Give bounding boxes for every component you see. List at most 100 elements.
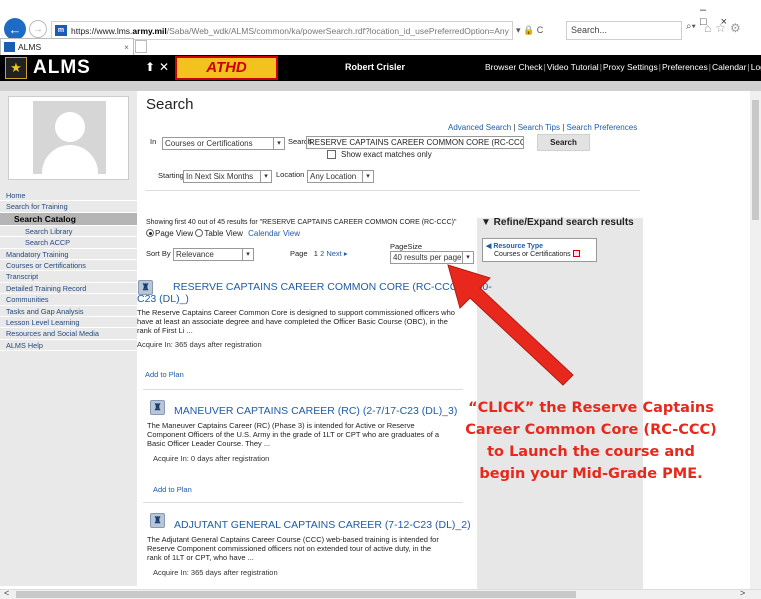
callout-line: Career Common Core (RC-CCC)	[465, 422, 717, 438]
preferences-link[interactable]: Preferences	[661, 62, 709, 72]
table-view-radio[interactable]	[195, 229, 204, 237]
search-preferences-link[interactable]: Search Preferences	[567, 123, 638, 132]
athd-logo[interactable]: ATHD	[175, 56, 278, 80]
chevron-down-icon: ▾	[273, 138, 284, 149]
in-select-value: Courses or Certifications	[165, 139, 253, 148]
search-input[interactable]: RESERVE CAPTAINS CAREER COMMON CORE (RC-…	[306, 136, 524, 149]
sidebar-item-communities[interactable]: Communities	[0, 294, 137, 306]
search-dropdown-icon[interactable]: ⌕▾	[686, 21, 696, 32]
sidebar-item-lesson-level[interactable]: Lesson Level Learning	[0, 316, 137, 329]
chevron-down-icon: ▾	[362, 171, 373, 182]
search-tips-link[interactable]: Search Tips	[518, 123, 560, 132]
exact-match-checkbox[interactable]	[327, 150, 336, 159]
starting-label: Starting	[158, 171, 184, 180]
tab-close-icon[interactable]: ×	[124, 42, 129, 52]
list-item: ♜ MANEUVER CAPTAINS CAREER (RC) (2-7/17-…	[145, 400, 465, 494]
browser-toolbar-icons[interactable]: ⌂☆⚙	[704, 21, 745, 35]
sidebar-item-detailed-training-record[interactable]: Detailed Training Record	[0, 282, 137, 295]
new-tab-button[interactable]	[135, 40, 147, 53]
browser-search-input[interactable]: Search...	[566, 21, 682, 40]
sidebar-item-search-library[interactable]: Search Library	[0, 225, 137, 238]
calendar-link[interactable]: Calendar	[711, 62, 748, 72]
calendar-view-link[interactable]: Calendar View	[248, 229, 300, 238]
starting-select[interactable]: In Next Six Months ▾	[183, 170, 272, 183]
location-select-value: Any Location	[310, 172, 357, 181]
course-icon: ♜	[150, 513, 165, 528]
header-icons[interactable]: ⬆✕	[145, 60, 173, 74]
sidebar-nav: Home Search for Training Search Catalog …	[0, 190, 137, 352]
video-tutorial-link[interactable]: Video Tutorial	[546, 62, 600, 72]
location-label: Location	[276, 170, 305, 179]
annotation-arrow	[447, 264, 574, 386]
pagination: Page 1 2 Next ▸	[290, 249, 348, 258]
scroll-left-icon[interactable]: <	[4, 588, 9, 598]
browser-check-link[interactable]: Browser Check	[484, 62, 544, 72]
scroll-right-icon[interactable]: >	[740, 588, 745, 598]
resource-type-filter: ◀ Resource Type Courses or Certification…	[482, 238, 597, 262]
chevron-down-icon: ▾	[242, 249, 253, 260]
horizontal-scroll-thumb[interactable]	[16, 591, 576, 598]
back-button[interactable]: ←	[4, 18, 26, 40]
sidebar-item-tasks-gap[interactable]: Tasks and Gap Analysis	[0, 305, 137, 317]
forward-button[interactable]: →	[29, 20, 47, 38]
logout-link[interactable]: Log Out	[750, 62, 761, 72]
next-page-link[interactable]: Next ▸	[326, 249, 347, 258]
proxy-settings-link[interactable]: Proxy Settings	[602, 62, 659, 72]
location-select[interactable]: Any Location ▾	[307, 170, 374, 183]
result-title-cont[interactable]: C23 (DL)_)	[137, 293, 465, 305]
header-band	[0, 81, 761, 91]
sidebar-item-search-catalog[interactable]: Search Catalog	[0, 212, 137, 226]
list-item: ♜ RESERVE CAPTAINS CAREER COMMON CORE (R…	[137, 280, 492, 379]
url-prefix: https://www.lms.	[71, 25, 133, 36]
divider	[143, 502, 463, 503]
course-icon: ♜	[138, 280, 153, 295]
pagesize-label: PageSize	[390, 242, 423, 251]
tab-title: ALMS	[18, 42, 42, 52]
refine-title[interactable]: ▼ Refine/Expand search results	[481, 217, 634, 228]
in-select[interactable]: Courses or Certifications ▾	[162, 137, 285, 150]
sidebar-item-courses[interactable]: Courses or Certifications	[0, 259, 137, 272]
resource-type-item[interactable]: Courses or Certifications	[486, 250, 596, 258]
resource-type-heading[interactable]: ◀ Resource Type	[486, 242, 596, 250]
url-path: /Saba/Web_wdk/ALMS/common/ka/powerSearch…	[166, 25, 509, 36]
sort-select-value: Relevance	[176, 250, 214, 259]
course-icon: ♜	[150, 400, 165, 415]
army-star-icon: ★	[5, 57, 27, 79]
favicon-icon: m	[55, 25, 67, 36]
search-button[interactable]: Search	[537, 134, 590, 151]
header-links: Browser Check|Video Tutorial|Proxy Setti…	[484, 62, 761, 72]
sidebar-item-mandatory-training[interactable]: Mandatory Training	[0, 248, 137, 260]
add-to-plan-link[interactable]: Add to Plan	[153, 485, 465, 494]
advanced-search-link[interactable]: Advanced Search	[448, 123, 511, 132]
sidebar-item-search-for-training[interactable]: Search for Training	[0, 201, 137, 213]
avatar	[33, 101, 106, 174]
resource-type-item-label: Courses or Certifications	[494, 251, 571, 258]
result-title[interactable]: ADJUTANT GENERAL CAPTAINS CAREER (7-12-C…	[145, 513, 471, 531]
result-acquire: Acquire In: 365 days after registration	[153, 568, 278, 578]
result-acquire: Acquire In: 365 days after registration	[137, 340, 262, 350]
search-links: Advanced Search | Search Tips | Search P…	[448, 123, 638, 132]
callout-line: to Launch the course and	[487, 444, 695, 460]
starting-select-value: In Next Six Months	[186, 172, 254, 181]
remove-filter-icon[interactable]	[572, 250, 580, 257]
sidebar-item-transcript[interactable]: Transcript	[0, 271, 137, 283]
result-title[interactable]: MANEUVER CAPTAINS CAREER (RC) (2-7/17-C2…	[145, 400, 465, 417]
add-to-plan-link[interactable]: Add to Plan	[145, 370, 465, 379]
user-name: Robert Crisler	[345, 62, 406, 72]
alms-logo[interactable]: ALMS	[33, 57, 91, 79]
sidebar-item-search-accp[interactable]: Search ACCP	[0, 237, 137, 249]
page-current: 1	[313, 249, 318, 258]
sidebar-item-home[interactable]: Home	[0, 190, 137, 202]
sort-select[interactable]: Relevance ▾	[173, 248, 254, 261]
browser-tab[interactable]: ALMS ×	[0, 38, 134, 55]
page-view-radio[interactable]	[146, 229, 154, 237]
sidebar-item-resources[interactable]: Resources and Social Media	[0, 328, 137, 340]
page-2-link[interactable]: 2	[320, 249, 324, 258]
vertical-scroll-thumb[interactable]	[752, 100, 759, 220]
chevron-down-icon: ▾	[260, 171, 271, 182]
page-view-label: Page View	[155, 229, 194, 238]
address-controls[interactable]: ▾ 🔒 C	[516, 21, 560, 40]
result-title[interactable]: RESERVE CAPTAINS CAREER COMMON CORE (RC-…	[145, 281, 492, 293]
sidebar-item-alms-help[interactable]: ALMS Help	[0, 339, 137, 352]
table-view-label: Table View	[204, 229, 243, 238]
